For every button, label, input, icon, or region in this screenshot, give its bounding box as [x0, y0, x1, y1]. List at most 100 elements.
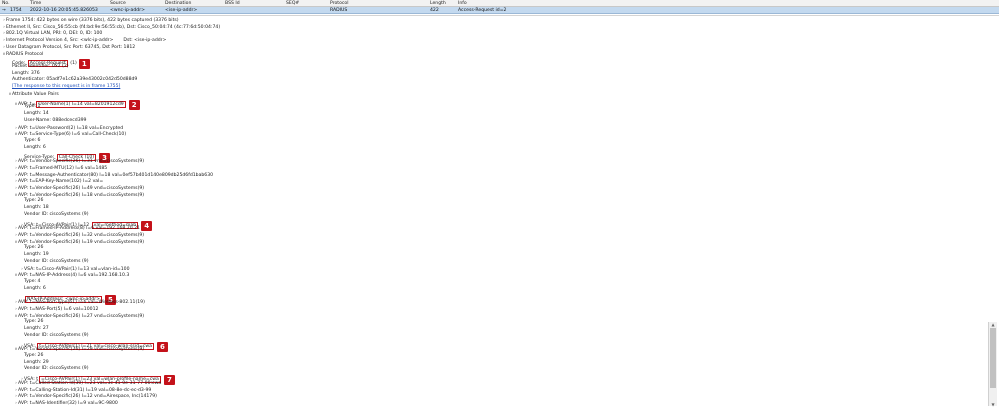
tree-node[interactable]: User-Name: 088edcecd399 [0, 118, 86, 125]
tree-node[interactable]: ›AVP: t=EAP-Key-Name(102) l=2 val= [0, 178, 103, 185]
tree-node[interactable]: ›AVP: t=Message-Authenticator(80) l=18 v… [0, 172, 213, 179]
scroll-up-icon[interactable]: ▲ [990, 322, 996, 327]
tree-node-label: Vendor ID: ciscoSystems (9) [24, 332, 89, 338]
tree-node[interactable]: ›AVP: t=Calling-Station-Id(31) l=19 val=… [0, 387, 151, 394]
tree-node-label: Type: 26 [24, 198, 44, 204]
tree-node[interactable]: ∨AVP: t=Vendor-Specific(26) l=29 vnd=cis… [0, 346, 145, 353]
highlighted-value: User-Name(1) l=14 val=8201912cd9 [36, 100, 126, 108]
annotation-badge-7: 7 [163, 375, 175, 386]
tree-node-label: Length: 376 [12, 70, 40, 76]
tree-node[interactable]: ›AVP: t=Vendor-Specific(26) l=49 vnd=cis… [0, 185, 144, 192]
tree-node[interactable]: ›VSA: t=Cisco-AVPair(1) l=12 val=method=… [0, 219, 153, 231]
tree-node[interactable]: ›AVP: t=Vendor-Specific(26) l=12 vnd=Air… [0, 393, 157, 400]
tree-node-label: Length: 19 [24, 252, 49, 258]
tree-node-label: Type: 1 [24, 104, 41, 110]
tree-node[interactable]: ›AVP: t=NAS-Port(5) l=6 val=10012 [0, 306, 98, 313]
tree-node[interactable]: Type: 6 [0, 138, 40, 145]
column-header-4[interactable]: BSS Id [225, 1, 240, 6]
tree-node[interactable]: ∨AVP: t=Vendor-Specific(26) l=27 vnd=cis… [0, 313, 145, 320]
tree-node[interactable]: Vendor ID: ciscoSystems (9) [0, 333, 89, 340]
tree-node[interactable]: ›AVP: t=Vendor-Specific(26) l=31 vnd=cis… [0, 158, 144, 165]
tree-node[interactable]: Vendor ID: ciscoSystems (9) [0, 212, 89, 219]
tree-node-label: Length: 27 [24, 326, 49, 332]
tree-node[interactable]: ∨AVP: t=Vendor-Specific(26) l=18 vnd=cis… [0, 192, 145, 199]
tree-node-label: AVP: t=Vendor-Specific(26) l=49 vnd=cisc… [18, 186, 145, 191]
tree-node[interactable]: ∨AVP: t=NAS-IP-Address(4) l=6 val=192.16… [0, 272, 130, 279]
packet-protocol: RADIUS [330, 7, 348, 13]
tree-node-label: VSA: t=Cisco-AVPair(1) l=13 val=vlan-id=… [24, 266, 130, 272]
tree-node[interactable]: Vendor ID: ciscoSystems (9) [0, 366, 89, 373]
annotation-badge-1: 1 [78, 59, 90, 70]
tree-node[interactable]: ∨AVP: t=Vendor-Specific(26) l=19 vnd=cis… [0, 239, 145, 246]
tree-node[interactable]: ›Frame 1754: 422 bytes on wire (3376 bit… [0, 17, 179, 24]
tree-node-label: AVP: t=NAS-Port-Type(61) l=6 val=Wireles… [18, 300, 145, 306]
details-scrollbar[interactable]: ▲ ▼ [988, 322, 997, 407]
tree-node[interactable]: ∨AVP: t=Service-Type(6) l=6 val=Call-Che… [0, 131, 127, 138]
tree-node[interactable]: ›Internet Protocol Version 4, Src: <wlc-… [0, 37, 166, 44]
tree-node[interactable]: Type: 4 [0, 279, 40, 286]
tree-node[interactable]: ›802.1Q Virtual LAN, PRI: 0, DEI: 0, ID:… [0, 30, 102, 37]
tree-node-label: AVP: t=NAS-Port(5) l=6 val=10012 [18, 306, 99, 312]
tree-node[interactable]: ›User Datagram Protocol, Src Port: 63745… [0, 44, 135, 51]
tree-node[interactable]: Length: 6 [0, 286, 46, 293]
tree-node-label: Vendor ID: ciscoSystems (9) [24, 258, 89, 264]
tree-node[interactable]: Length: 6 [0, 145, 46, 152]
tree-node-label: AVP: t=Vendor-Specific(26) l=12 vnd=Aire… [18, 394, 157, 400]
tree-node-label: RADIUS Protocol [6, 51, 44, 57]
tree-node[interactable]: Length: 19 [0, 252, 49, 259]
tree-node-label: Type: 4 [24, 279, 41, 285]
response-frame-link[interactable]: [The response to this request is in fram… [12, 84, 120, 89]
column-header-2[interactable]: Source [110, 1, 126, 6]
tree-node[interactable]: Vendor ID: ciscoSystems (9) [0, 259, 89, 266]
scroll-down-icon[interactable]: ▼ [990, 402, 996, 407]
tree-node-label: Length: 18 [24, 205, 49, 211]
tree-node[interactable]: ∨RADIUS Protocol [0, 51, 44, 58]
tree-node[interactable]: Length: 14 [0, 111, 49, 118]
scrollbar-thumb[interactable] [990, 328, 996, 388]
tree-node[interactable]: ›AVP: t=User-Password(2) l=18 val=Encryp… [0, 125, 123, 132]
tree-node[interactable]: ›VSA: t =Cisco-AVPair(1) l=23 val=wlan-pr… [0, 373, 175, 386]
tree-node[interactable]: Code: Access-Request (1) 1 [0, 57, 90, 70]
tree-node-label: Type: 26 [24, 319, 44, 325]
tree-node-label: Internet Protocol Version 4, Src: <wlc-i… [6, 38, 114, 44]
tree-node-label: User-Name: 088edcecd399 [24, 117, 87, 123]
tree-node-label: AVP: t=Vendor-Specific(26) l=19 vnd=cisc… [18, 239, 145, 245]
tree-node[interactable]: ›VSA: t=Cisco-AVPair(1) l=13 val=vlan-id… [0, 266, 130, 273]
tree-node-label: Type: 6 [24, 137, 41, 143]
tree-node-label: Length: 29 [24, 359, 49, 365]
column-header-3[interactable]: Destination [165, 1, 191, 6]
tree-node[interactable]: ›AVP: t=Called-Station-Id(30) l=23 val=3… [0, 380, 161, 387]
tree-node-label: AVP: t=Framed-MTU(12) l=6 val=1485 [18, 165, 108, 171]
tree-node[interactable]: ›AVP: t=Framed-MTU(12) l=6 val=1485 [0, 165, 107, 172]
tree-node[interactable]: ›AVP: t=Framed-IP-Address(8) l=6 val=192… [0, 225, 140, 232]
tree-node-label: 802.1Q Virtual LAN, PRI: 0, DEI: 0, ID: … [6, 31, 103, 37]
tree-node-label: Length: 14 [24, 111, 49, 117]
tree-node-label: AVP: t=NAS-Identifier(32) l=9 val=9C-980… [18, 401, 118, 407]
tree-node[interactable]: ›VSA: t=Cisco-AVPair(1) l=21 val=cisco-w… [0, 340, 168, 352]
column-header-0[interactable]: No. [2, 1, 10, 6]
tree-node[interactable]: Packet identifier: 0x2 (2) [0, 64, 69, 71]
column-header-6[interactable]: Protocol [330, 1, 349, 6]
tree-node[interactable]: NAS-IP-Address: <wnc-ip-addr> 5 [0, 293, 116, 305]
tree-node[interactable]: ∨AVP: t= User-Name(1) l=14 val=8201912cd9… [0, 98, 140, 110]
packet-list-header: No. Time Source Destination BSS Id SEQ# Protoc… [0, 0, 999, 7]
column-header-1[interactable]: Time [30, 1, 41, 6]
column-header-5[interactable]: SEQ# [286, 1, 299, 6]
column-header-8[interactable]: Info [458, 1, 467, 6]
tree-node[interactable]: ›Ethernet II, Src: Cisco_56:55:cb (f4:bd… [0, 24, 220, 31]
column-header-7[interactable]: Length [430, 1, 446, 6]
tree-node[interactable]: ∨Attribute Value Pairs [0, 91, 59, 98]
tree-node-label: Frame 1754: 422 bytes on wire (3376 bits… [6, 18, 179, 23]
tree-node-label: AVP: t=Service-Type(6) l=6 val=Call-Chec… [18, 132, 127, 138]
tree-node[interactable]: Type: 26 [0, 353, 43, 360]
packet-list-row-selected[interactable]: → 1754 2022-10-16 20:05:45.826053 <wnc-ip-a… [0, 7, 999, 14]
tree-node[interactable]: Length: 18 [0, 205, 49, 212]
tree-node-label: AVP: t=Vendor-Specific(26) l=18 vnd=cisc… [18, 192, 145, 198]
tree-node[interactable]: ›AVP: t=NAS-Port-Type(61) l=6 val=Wirele… [0, 299, 145, 306]
tree-node[interactable]: Service-Type: Call-Check (10) 3 [0, 151, 111, 164]
tree-node[interactable]: [The response to this request is in fram… [0, 84, 120, 91]
tree-node-label: User Datagram Protocol, Src Port: 63745,… [6, 44, 136, 50]
tree-node[interactable]: Length: 27 [0, 326, 49, 333]
packet-source: <wnc-ip-addr> [110, 7, 145, 13]
tree-node[interactable]: ›AVP: t=Vendor-Specific(26) l=32 vnd=cis… [0, 232, 144, 239]
